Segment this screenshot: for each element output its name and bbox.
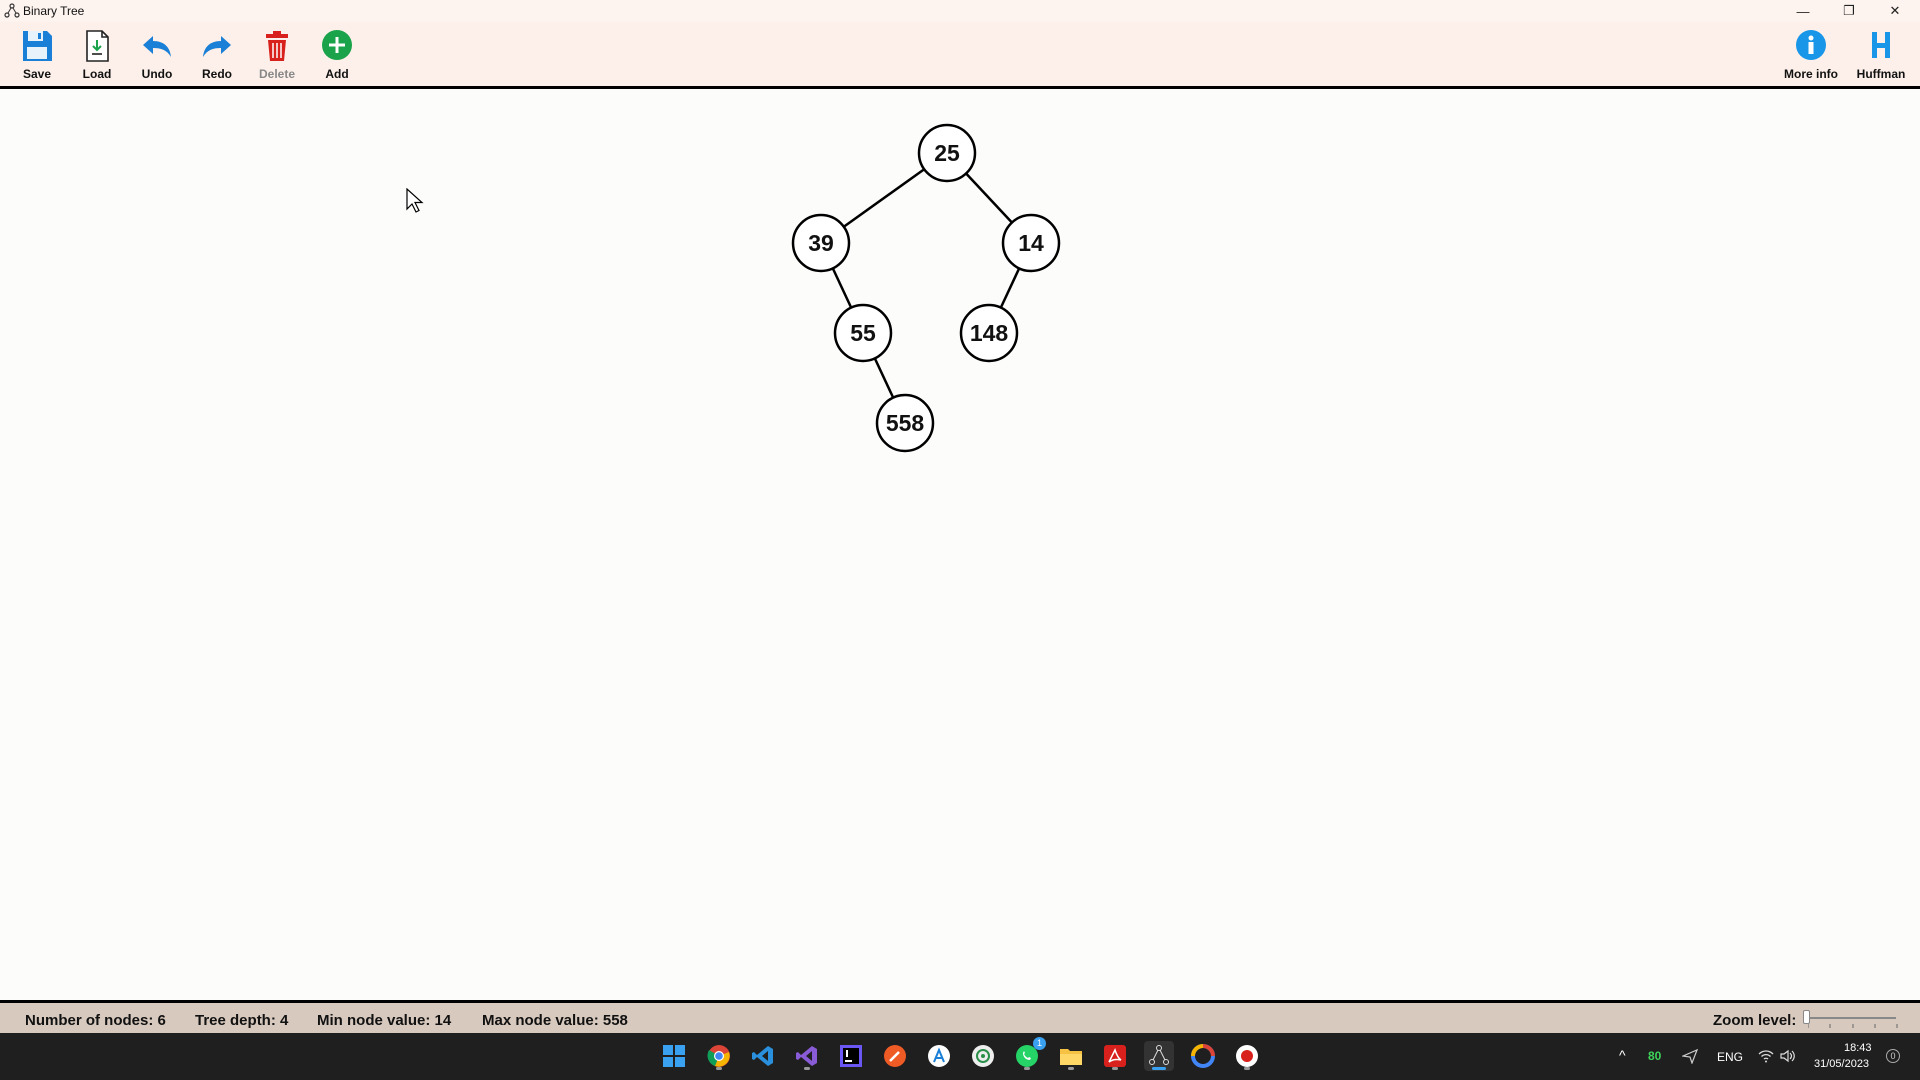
- more-info-label: More info: [1784, 67, 1838, 81]
- window-title: Binary Tree: [23, 4, 85, 18]
- google-icon[interactable]: [1188, 1041, 1218, 1071]
- tree-node-value: 558: [886, 410, 925, 436]
- huffman-h-icon: [1872, 32, 1890, 58]
- redo-arrow-icon: [203, 36, 231, 57]
- toolbar: Save Load Undo Redo Delete Add More info…: [0, 22, 1920, 89]
- tree-node[interactable]: 55: [833, 303, 893, 363]
- wifi-icon[interactable]: [1758, 1049, 1774, 1063]
- tree-node-value: 14: [1018, 230, 1044, 256]
- zoom-slider-track[interactable]: [1806, 1017, 1896, 1019]
- zoom-slider-ticks: [1808, 1024, 1898, 1028]
- app-b-icon[interactable]: [968, 1041, 998, 1071]
- tree-edge: [999, 267, 1021, 309]
- load-button[interactable]: Load: [68, 28, 126, 84]
- tree-node-value: 39: [808, 230, 834, 256]
- undo-label: Undo: [141, 67, 173, 81]
- tree-node[interactable]: 25: [917, 123, 977, 183]
- more-info-button[interactable]: More info: [1779, 28, 1843, 84]
- tree-node[interactable]: 14: [1001, 213, 1061, 273]
- mouse-cursor-icon: [406, 188, 424, 213]
- vscode-icon[interactable]: [748, 1041, 778, 1071]
- tree-node[interactable]: 558: [875, 393, 935, 453]
- visual-studio-icon[interactable]: [792, 1041, 822, 1071]
- tree-node[interactable]: 39: [791, 213, 851, 273]
- tree-node[interactable]: 148: [959, 303, 1019, 363]
- undo-button[interactable]: Undo: [128, 28, 186, 84]
- tree-app-icon: [4, 3, 20, 18]
- recorder-icon[interactable]: [1232, 1041, 1262, 1071]
- undo-arrow-icon: [143, 36, 171, 57]
- save-label: Save: [22, 67, 52, 81]
- tray-date[interactable]: 31/05/2023: [1814, 1058, 1869, 1070]
- tree-canvas[interactable]: 25 39 14 55 148 558: [0, 92, 1920, 1000]
- redo-label: Redo: [202, 67, 232, 81]
- add-label: Add: [325, 67, 349, 81]
- tree-edge: [965, 172, 1013, 224]
- start-icon[interactable]: [659, 1041, 689, 1071]
- zoom-slider-thumb[interactable]: [1803, 1010, 1810, 1024]
- tray-time[interactable]: 18:43: [1844, 1042, 1872, 1054]
- node-count: Number of nodes: 6: [25, 1012, 166, 1029]
- whatsapp-icon[interactable]: 1: [1012, 1037, 1046, 1071]
- tray-battery-value: 80: [1648, 1049, 1662, 1063]
- postman-icon[interactable]: [880, 1041, 910, 1071]
- windows-taskbar: 1 ^ 80 ENG 18:43 31/05/2023 0: [0, 1033, 1920, 1080]
- save-button[interactable]: Save: [8, 28, 66, 84]
- restore-button[interactable]: ❐: [1826, 0, 1872, 22]
- max-node-value: Max node value: 558: [482, 1012, 628, 1029]
- whatsapp-badge: 1: [1033, 1037, 1046, 1050]
- zoom-label: Zoom level:: [1713, 1012, 1797, 1029]
- tray-language[interactable]: ENG: [1717, 1050, 1743, 1064]
- file-explorer-icon[interactable]: [1056, 1041, 1086, 1071]
- acrobat-icon[interactable]: [1100, 1041, 1130, 1071]
- status-bar: Number of nodes: 6 Tree depth: 4 Min nod…: [0, 1000, 1920, 1033]
- save-icon: [23, 31, 52, 61]
- tree-node-value: 148: [970, 320, 1009, 346]
- tree-depth: Tree depth: 4: [195, 1012, 289, 1029]
- binary-tree-app: Binary Tree — ❐ ✕ Save Load Undo Redo De…: [0, 0, 1920, 1080]
- delete-label: Delete: [258, 67, 296, 81]
- tree-edge: [873, 357, 895, 399]
- huffman-label: Huffman: [1856, 67, 1906, 81]
- app-a-icon[interactable]: [924, 1041, 954, 1071]
- delete-button[interactable]: Delete: [248, 28, 306, 84]
- tree-edge: [831, 267, 853, 309]
- minimize-button[interactable]: —: [1780, 0, 1826, 22]
- tree-node-value: 55: [850, 320, 876, 346]
- min-node-value: Min node value: 14: [317, 1012, 452, 1029]
- tray-overflow-chevron-icon[interactable]: ^: [1619, 1047, 1626, 1063]
- send-icon[interactable]: [1682, 1048, 1698, 1064]
- title-bar: Binary Tree — ❐ ✕: [0, 0, 1920, 22]
- huffman-button[interactable]: Huffman: [1850, 28, 1912, 84]
- load-label: Load: [82, 67, 112, 81]
- binary-tree-taskbar-icon[interactable]: [1144, 1041, 1174, 1071]
- redo-button[interactable]: Redo: [188, 28, 246, 84]
- tree-edge: [843, 168, 925, 228]
- volume-icon[interactable]: [1780, 1049, 1796, 1063]
- close-button[interactable]: ✕: [1872, 0, 1918, 22]
- info-icon: [1796, 30, 1826, 60]
- intellij-icon[interactable]: [836, 1041, 866, 1071]
- chrome-icon[interactable]: [704, 1041, 734, 1071]
- add-button[interactable]: Add: [308, 28, 366, 84]
- notification-count[interactable]: 0: [1886, 1049, 1900, 1063]
- plus-circle-icon: [322, 30, 352, 60]
- tree-diagram[interactable]: 25 39 14 55 148 558: [0, 92, 1920, 1000]
- trash-icon: [266, 31, 288, 61]
- tree-node-value: 25: [934, 140, 960, 166]
- load-file-icon: [86, 30, 109, 62]
